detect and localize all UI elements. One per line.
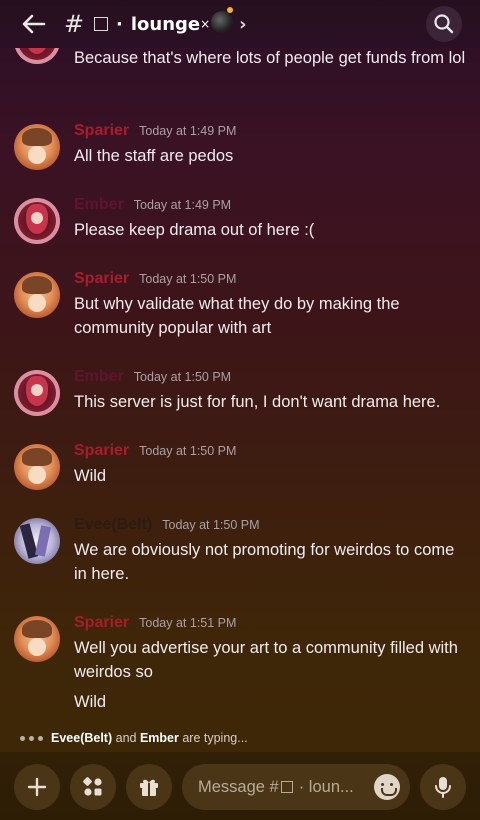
timestamp: Today at 1:49 PM: [133, 198, 232, 212]
apps-icon: [83, 777, 102, 796]
channel-separator: ·: [116, 13, 123, 35]
channel-hash-icon: #: [64, 10, 85, 38]
gift-button[interactable]: [126, 764, 172, 810]
avatar[interactable]: [14, 370, 60, 416]
typing-user: Evee(Belt): [51, 731, 113, 745]
avatar[interactable]: [14, 616, 60, 662]
message-text: We are obviously not promoting for weird…: [74, 541, 455, 583]
avatar[interactable]: [14, 124, 60, 170]
gift-icon: [140, 779, 158, 796]
typing-and: and: [112, 731, 140, 745]
typing-suffix: are typing...: [178, 731, 248, 745]
message-text-followup: Wild: [74, 693, 107, 711]
message-input[interactable]: Message # · loun...: [182, 764, 410, 810]
username[interactable]: Ember: [74, 196, 124, 214]
username[interactable]: Sparier: [74, 442, 129, 460]
avatar[interactable]: [14, 48, 60, 64]
plus-icon: [27, 777, 47, 797]
channel-square-icon: [94, 17, 108, 31]
message-text: But why validate what they do by making …: [74, 295, 400, 337]
search-icon: [434, 14, 454, 34]
timestamp: Today at 1:49 PM: [139, 124, 237, 138]
timestamp: Today at 1:50 PM: [139, 272, 237, 286]
search-button[interactable]: [426, 6, 462, 42]
message-text: Well you advertise your art to a communi…: [74, 639, 458, 681]
username[interactable]: Evee(Belt): [74, 516, 152, 534]
avatar[interactable]: [14, 444, 60, 490]
timestamp: Today at 1:50 PM: [133, 370, 232, 384]
message-text: All the staff are pedos: [74, 147, 234, 165]
message-list[interactable]: Because that's where lots of people get …: [0, 48, 480, 724]
username[interactable]: Sparier: [74, 614, 129, 632]
channel-header: # · lounge × ›: [0, 0, 480, 48]
chevron-right-icon: ›: [239, 13, 247, 35]
channel-title[interactable]: · lounge × ›: [94, 7, 247, 39]
username[interactable]: Sparier: [74, 270, 129, 288]
typing-user: Ember: [139, 731, 179, 745]
apps-button[interactable]: [70, 764, 116, 810]
username[interactable]: Sparier: [74, 122, 129, 140]
timestamp: Today at 1:50 PM: [139, 444, 237, 458]
message-placeholder: Message #: [198, 777, 279, 796]
timestamp: Today at 1:50 PM: [162, 518, 260, 532]
emoji-icon[interactable]: [374, 774, 400, 800]
channel-x-glyph: ×: [200, 17, 211, 31]
username[interactable]: Ember: [74, 368, 124, 386]
message-composer: Message # · loun...: [0, 752, 480, 820]
back-arrow-icon[interactable]: [18, 8, 50, 40]
message-text: Wild: [74, 467, 107, 485]
add-attachment-button[interactable]: [14, 764, 60, 810]
message-text: This server is just for fun, I don't wan…: [74, 393, 441, 411]
channel-name: lounge: [130, 13, 201, 35]
typing-dots-icon: [20, 735, 43, 741]
message-placeholder-rest: · loun...: [298, 777, 354, 796]
typing-indicator: Evee(Belt) and Ember are typing...: [0, 724, 480, 752]
message-text: Because that's where lots of people get …: [74, 49, 466, 67]
timestamp: Today at 1:51 PM: [139, 616, 237, 630]
channel-square-icon: [280, 781, 293, 793]
voice-message-button[interactable]: [420, 764, 466, 810]
message-text: Please keep drama out of here :(: [74, 221, 315, 239]
avatar[interactable]: [14, 272, 60, 318]
microphone-icon: [435, 777, 451, 798]
avatar[interactable]: [14, 518, 60, 564]
avatar[interactable]: [14, 198, 60, 244]
bomb-emoji-icon: [211, 7, 234, 33]
